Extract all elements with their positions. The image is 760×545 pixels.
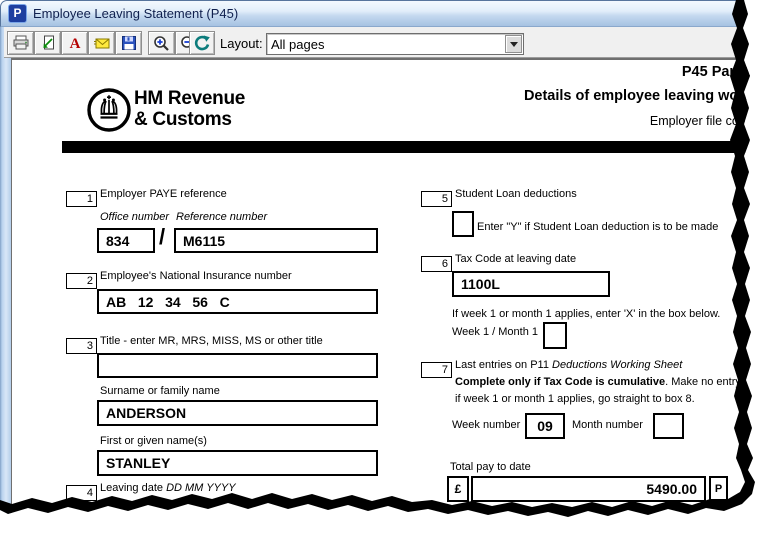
week-number-field: 09 [525,413,565,439]
month-number-field [653,413,684,439]
box7-note-regular: . Make no entry [665,376,741,388]
ni-number-field: AB 12 34 56 C [97,289,378,314]
month-number-label: Month number [572,419,643,431]
student-loan-checkbox [452,211,474,237]
box4-label-text: Leaving date [100,482,166,494]
form-title: P45 Part 1 [682,64,752,80]
org-line1: HM Revenue [134,88,245,109]
document-preview: HM Revenue & Customs P45 Part 1 Details … [0,0,760,545]
firstname-label: First or given name(s) [100,435,207,447]
org-name: HM Revenue & Customs [134,88,245,130]
box7-marker: 7 [421,362,452,378]
week1-hint: If week 1 or month 1 applies, enter 'X' … [452,308,720,320]
box4-marker: 4 [66,485,97,501]
pence-box: P [709,476,728,502]
box7-note-line2: if week 1 or month 1 applies, go straigh… [455,393,695,405]
box4-label-format: DD MM YYYY [166,482,235,494]
box7-label: Last entries on P11 Deductions Working S… [455,359,682,371]
student-loan-hint: Enter "Y" if Student Loan deduction is t… [477,221,718,233]
box3-marker: 3 [66,338,97,354]
surname-label: Surname or family name [100,385,220,397]
box1-marker: 1 [66,191,97,207]
week1-checkbox [543,322,567,349]
total-pay-field: 5490.00 [471,476,706,502]
office-number-field: 834 [97,228,155,253]
currency-box: £ [447,476,469,502]
week-number-label: Week number [452,419,520,431]
header-divider-bar [62,141,754,153]
box7-note-line1: Complete only if Tax Code is cumulative.… [455,376,741,388]
total-pay-label: Total pay to date [450,461,531,473]
box6-marker: 6 [421,256,452,272]
p45-preview-window: P Employee Leaving Statement (P45) A [0,0,760,545]
box1-label: Employer PAYE reference [100,188,227,200]
org-line2: & Customs [134,109,245,130]
box5-marker: 5 [421,191,452,207]
box7-label-sheet: Deductions Working Sheet [552,359,682,371]
reference-number-field: M6115 [174,228,378,253]
week1-label: Week 1 / Month 1 [452,326,538,338]
box2-marker: 2 [66,273,97,289]
box5-label: Student Loan deductions [455,188,577,200]
box2-label: Employee's National Insurance number [100,270,292,282]
surname-field: ANDERSON [97,400,378,426]
title-field [97,353,378,378]
box6-label: Tax Code at leaving date [455,253,576,265]
firstname-field: STANLEY [97,450,378,476]
box4-label: Leaving date DD MM YYYY [100,482,236,494]
tax-code-field: 1100L [452,271,610,297]
hmrc-crown-logo-icon [86,87,132,133]
form-subtitle: Details of employee leaving work [524,88,752,104]
box3-label: Title - enter MR, MRS, MISS, MS or other… [100,335,323,347]
box7-label-text: Last entries on P11 [455,359,552,371]
paye-ref-separator: / [159,224,165,250]
reference-number-label: Reference number [176,211,267,223]
copy-label: Employer file copy [650,114,752,128]
box7-note-bold: Complete only if Tax Code is cumulative [455,376,665,388]
office-number-label: Office number [100,211,169,223]
